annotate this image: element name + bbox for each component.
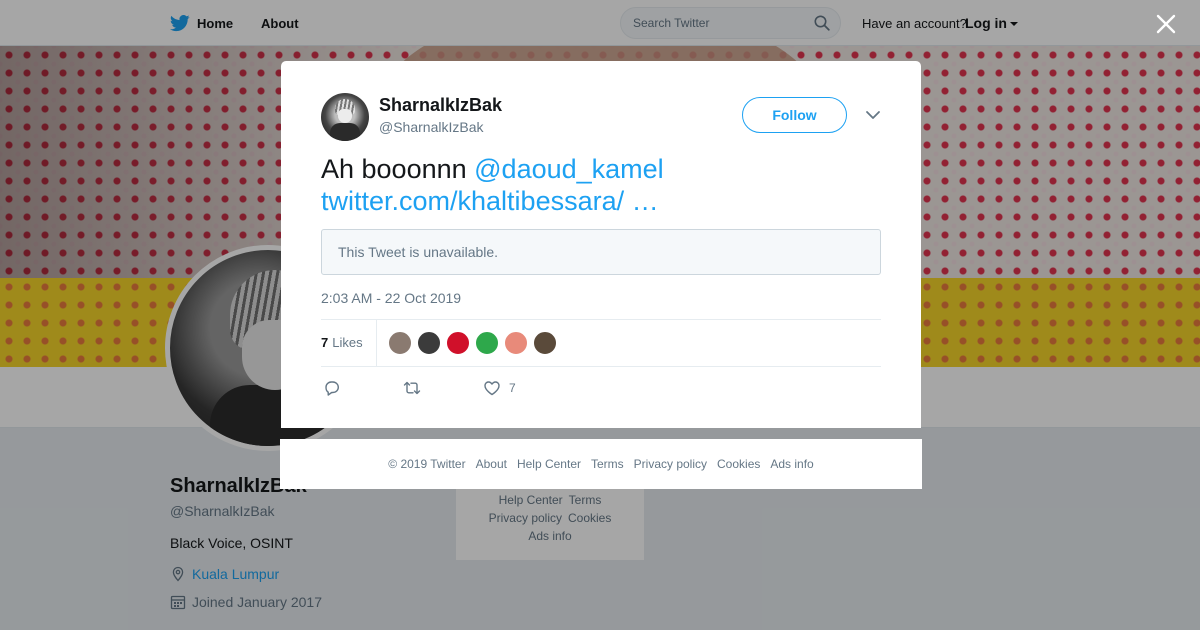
tweet-actions: 7	[321, 379, 881, 399]
tweet-author-name[interactable]: SharnalkIzBak	[379, 95, 502, 116]
reply-icon	[325, 381, 339, 396]
tweet-modal: SharnalkIzBak @SharnalkIzBak Follow Ah b…	[281, 61, 921, 428]
tweet-timestamp[interactable]: 2:03 AM - 22 Oct 2019	[321, 290, 461, 306]
modal-footer: © 2019 Twitter About Help Center Terms P…	[280, 439, 922, 489]
footer-cookies-link[interactable]: Cookies	[717, 457, 760, 471]
tweet-author-avatar[interactable]	[321, 93, 369, 141]
like-count: 7	[509, 381, 516, 395]
retweet-button[interactable]	[403, 379, 421, 397]
liker-avatar[interactable]	[417, 331, 441, 355]
tweet-url-link[interactable]: twitter.com/khaltibessara/ …	[321, 186, 659, 216]
tweet-mention-link[interactable]: @daoud_kamel	[474, 154, 664, 184]
footer-ads-link[interactable]: Ads info	[770, 457, 813, 471]
likes-stat[interactable]: 7 Likes	[321, 335, 363, 350]
liker-avatar[interactable]	[475, 331, 499, 355]
avatar-face-shape	[338, 109, 352, 123]
likes-label: Likes	[332, 335, 363, 350]
liker-avatar[interactable]	[533, 331, 557, 355]
chevron-down-icon[interactable]	[865, 109, 881, 121]
footer-privacy-link[interactable]: Privacy policy	[634, 457, 707, 471]
liker-avatar[interactable]	[388, 331, 412, 355]
footer-copyright: © 2019 Twitter	[388, 457, 466, 471]
footer-terms-link[interactable]: Terms	[591, 457, 624, 471]
tweet-stats: 7 Likes	[321, 319, 881, 367]
likers-avatars	[388, 331, 562, 355]
follow-button[interactable]: Follow	[742, 97, 847, 133]
retweet-icon	[403, 381, 421, 395]
reply-button[interactable]	[323, 379, 341, 397]
close-icon[interactable]	[1154, 12, 1178, 36]
tweet-text-prefix: Ah booonnn	[321, 154, 475, 184]
quote-tweet-unavailable: This Tweet is unavailable.	[321, 229, 881, 275]
footer-about-link[interactable]: About	[476, 457, 507, 471]
liker-avatar[interactable]	[446, 331, 470, 355]
footer-help-link[interactable]: Help Center	[517, 457, 581, 471]
liker-avatar[interactable]	[504, 331, 528, 355]
avatar-body-shape	[330, 123, 360, 141]
tweet-author-handle[interactable]: @SharnalkIzBak	[379, 119, 483, 135]
likes-count: 7	[321, 335, 329, 350]
like-button[interactable]: 7	[483, 379, 516, 397]
tweet-text: Ah booonnn @daoud_kamel twitter.com/khalt…	[321, 153, 881, 217]
stats-divider	[376, 320, 377, 366]
heart-icon	[484, 381, 500, 396]
